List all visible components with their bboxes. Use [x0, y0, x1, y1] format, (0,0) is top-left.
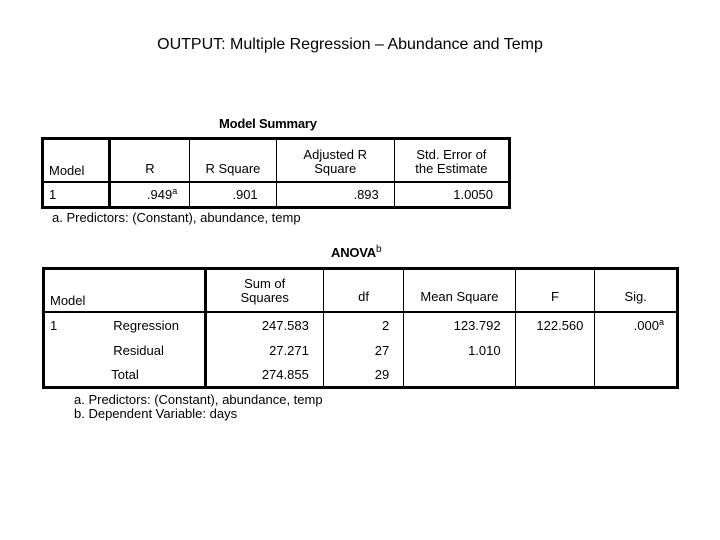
- cell-f: 122.560: [514, 311, 596, 338]
- model-summary-footnote-a: a. Predictors: (Constant), abundance, te…: [52, 210, 301, 225]
- cell-df: 29: [322, 363, 405, 389]
- page-title: OUTPUT: Multiple Regression – Abundance …: [157, 36, 543, 53]
- cell-r-value: .949: [146, 186, 173, 202]
- cell-sig: [594, 337, 679, 364]
- header-r-square: R Square: [189, 137, 277, 183]
- header-std-err: Std. Error of the Estimate: [393, 137, 512, 183]
- cell-ms: 123.792: [403, 311, 516, 338]
- header-model: Model: [42, 267, 108, 313]
- cell-std-err: 1.0050: [393, 181, 512, 209]
- header-r: R: [108, 137, 191, 183]
- cell-df: 2: [322, 311, 405, 338]
- cell-model: [42, 363, 108, 389]
- cell-sig-footnote: a: [658, 316, 664, 327]
- cell-source: Residual: [107, 337, 207, 364]
- header-adj-r-square: Adjusted R Square: [275, 137, 395, 183]
- header-ss-line2: Squares: [240, 289, 289, 305]
- cell-sig: [594, 363, 679, 389]
- cell-ms: [403, 363, 516, 389]
- header-ss-line1: Sum of: [244, 275, 286, 291]
- cell-sig: .000a: [594, 311, 679, 338]
- cell-ss: 27.271: [204, 337, 324, 364]
- cell-model: 1: [41, 181, 111, 209]
- anova-caption: ANOVAb: [331, 244, 382, 261]
- header-source: [107, 267, 207, 313]
- header-model: Model: [41, 137, 111, 183]
- cell-ss: 247.583: [204, 311, 324, 338]
- cell-model: [42, 337, 108, 364]
- header-f: F: [514, 267, 596, 313]
- cell-df: 27: [322, 337, 405, 364]
- cell-sig-value: .000: [633, 317, 659, 333]
- cell-r: .949a: [108, 181, 191, 209]
- header-std-err-line1: Std. Error of: [416, 146, 487, 162]
- anova-footnotes: a. Predictors: (Constant), abundance, te…: [74, 393, 323, 421]
- anova-table: Model Sum of Squares df Mean Square F Si…: [42, 267, 679, 389]
- table-row: Residual 27.271 27 1.010: [42, 337, 679, 364]
- cell-ss: 274.855: [204, 363, 324, 389]
- header-std-err-line2: the Estimate: [415, 160, 488, 176]
- cell-model: 1: [42, 311, 108, 338]
- cell-r-footnote: a: [172, 185, 178, 196]
- cell-adj-r-square: .893: [275, 181, 395, 209]
- model-summary-header-row: Model R R Square Adjusted R Square Std. …: [41, 137, 512, 183]
- header-sum-of-squares: Sum of Squares: [204, 267, 324, 313]
- anova-header-row: Model Sum of Squares df Mean Square F Si…: [42, 267, 679, 313]
- header-adj-r-square-line1: Adjusted R: [303, 146, 368, 162]
- table-row: 1 Regression 247.583 2 123.792 122.560 .…: [42, 311, 679, 338]
- header-mean-square: Mean Square: [403, 267, 516, 313]
- anova-caption-text: ANOVA: [331, 245, 376, 260]
- anova-caption-footnote: b: [375, 244, 382, 255]
- anova-footnote-b: b. Dependent Variable: days: [74, 406, 238, 421]
- cell-r-square: .901: [189, 181, 277, 209]
- table-row: 1 .949a .901 .893 1.0050: [41, 181, 512, 209]
- anova-footnote-a: a. Predictors: (Constant), abundance, te…: [74, 392, 323, 407]
- table-row: Total 274.855 29: [42, 363, 679, 389]
- cell-f: [514, 363, 596, 389]
- header-sig: Sig.: [594, 267, 679, 313]
- model-summary-table: Model R R Square Adjusted R Square Std. …: [41, 137, 512, 209]
- cell-ms: 1.010: [403, 337, 516, 364]
- header-adj-r-square-line2: Square: [314, 160, 357, 176]
- cell-f: [514, 337, 596, 364]
- model-summary-caption: Model Summary: [219, 116, 317, 131]
- header-df: df: [322, 267, 405, 313]
- cell-source: Regression: [107, 311, 207, 338]
- cell-source: Total: [107, 363, 207, 389]
